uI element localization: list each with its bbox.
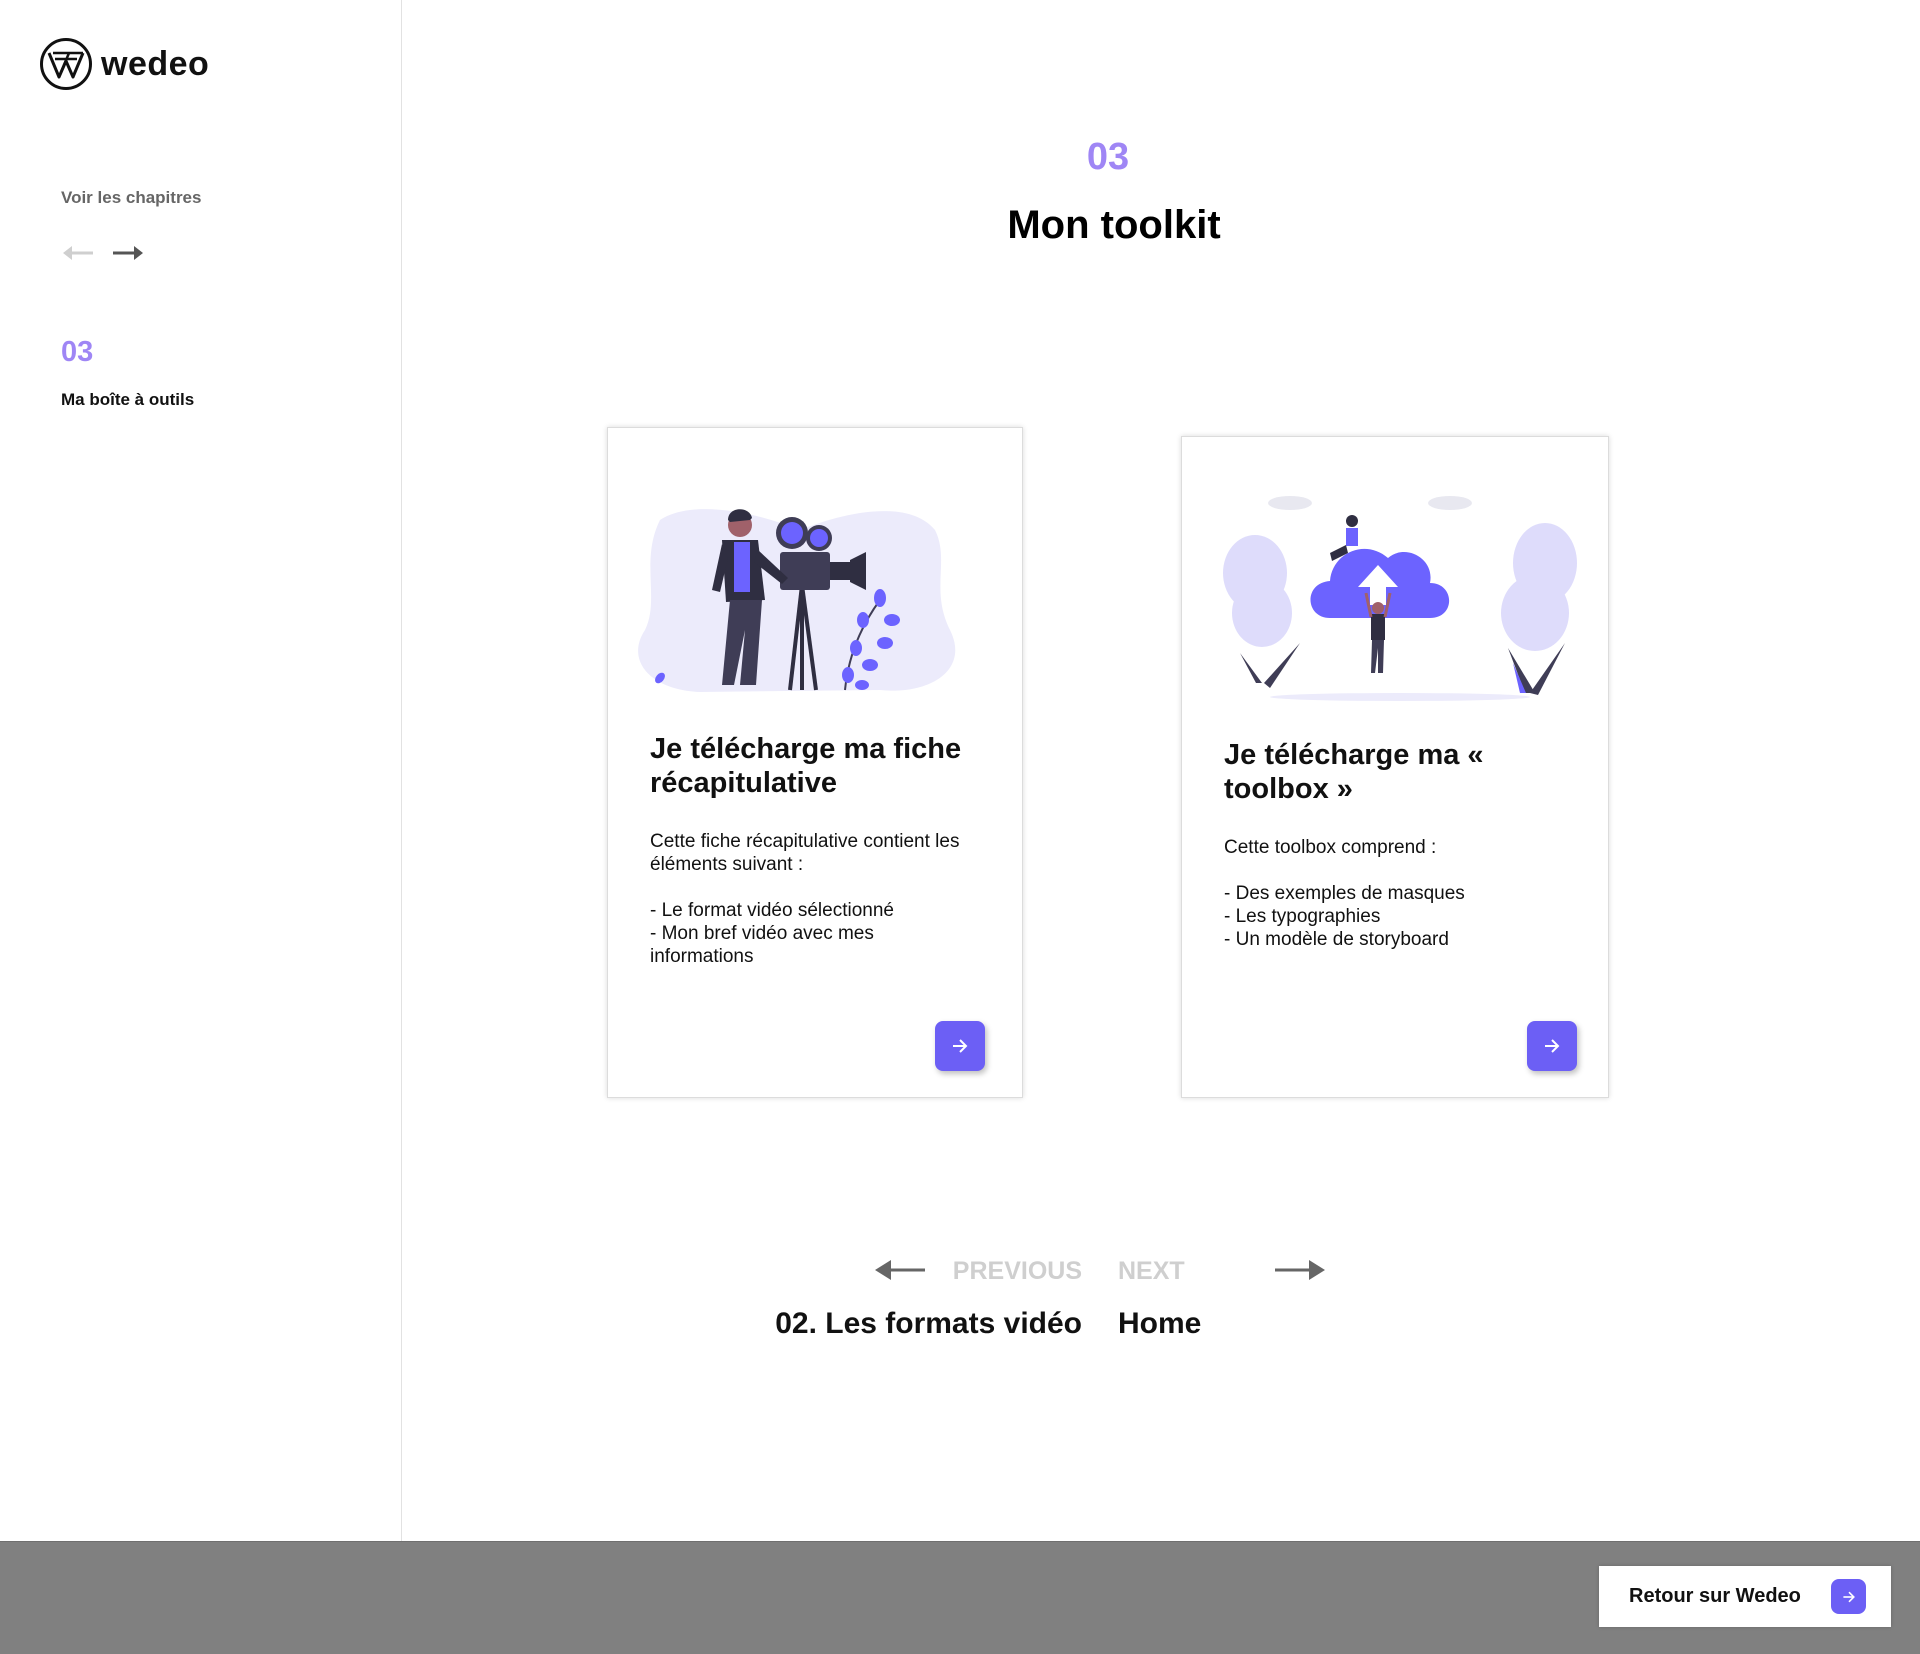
- wedeo-logo-icon: [40, 38, 92, 90]
- card-description: Cette fiche récapitulative contient les …: [650, 831, 960, 875]
- list-item: - Le format vidéo sélectionné: [650, 900, 894, 921]
- list-item: - Mon bref vidéo avec mes informations: [650, 923, 874, 967]
- next-chapter-link[interactable]: Home: [1118, 1307, 1201, 1341]
- page-title: Mon toolkit: [1007, 203, 1221, 247]
- list-item: - Des exemples de masques: [1224, 883, 1465, 904]
- arrow-right-icon: [1545, 1039, 1560, 1053]
- back-to-wedeo-label: Retour sur Wedeo: [1629, 1585, 1801, 1607]
- next-label: NEXT: [1118, 1257, 1185, 1285]
- card-description: Cette toolbox comprend :: [1224, 837, 1437, 858]
- chapters-label[interactable]: Voir les chapitres: [61, 188, 201, 208]
- card-item-list: - Le format vidéo sélectionné - Mon bref…: [650, 899, 950, 968]
- previous-label: PREVIOUS: [952, 1257, 1082, 1285]
- arrow-right-icon: [1831, 1579, 1866, 1614]
- card-item-list: - Des exemples de masques - Les typograp…: [1224, 882, 1584, 951]
- summary-card: Je télécharge ma fiche récapitulative Ce…: [607, 427, 1023, 1098]
- footer: Retour sur Wedeo: [0, 1541, 1920, 1654]
- arrow-right-icon: [953, 1039, 968, 1053]
- next-arrow-icon[interactable]: [1275, 1255, 1327, 1285]
- cloud-upload-illustration: [1223, 496, 1577, 701]
- download-toolbox-button[interactable]: [1527, 1021, 1577, 1071]
- back-to-wedeo-button[interactable]: Retour sur Wedeo: [1599, 1566, 1891, 1627]
- arrow-right-icon[interactable]: [112, 240, 146, 266]
- sidebar: wedeo Voir les chapitres 03 Ma boîte à o…: [0, 0, 402, 1541]
- toolbox-card: Je télécharge ma « toolbox » Cette toolb…: [1181, 436, 1609, 1098]
- chapter-number: 03: [1086, 136, 1130, 178]
- current-chapter-number: 03: [61, 336, 94, 368]
- previous-chapter-link[interactable]: 02. Les formats vidéo: [740, 1307, 1082, 1341]
- filmmaker-illustration: [638, 509, 956, 692]
- arrow-left-icon[interactable]: [60, 240, 94, 266]
- brand-name: wedeo: [101, 44, 210, 83]
- wedeo-logo[interactable]: wedeo: [39, 37, 209, 91]
- card-title: Je télécharge ma fiche récapitulative: [650, 733, 962, 799]
- list-item: - Les typographies: [1224, 906, 1381, 927]
- list-item: - Un modèle de storyboard: [1224, 929, 1449, 950]
- download-summary-button[interactable]: [935, 1021, 985, 1071]
- chapter-nav-arrows: [60, 240, 146, 266]
- card-title: Je télécharge ma « toolbox »: [1224, 739, 1484, 805]
- current-chapter-title[interactable]: Ma boîte à outils: [61, 390, 194, 410]
